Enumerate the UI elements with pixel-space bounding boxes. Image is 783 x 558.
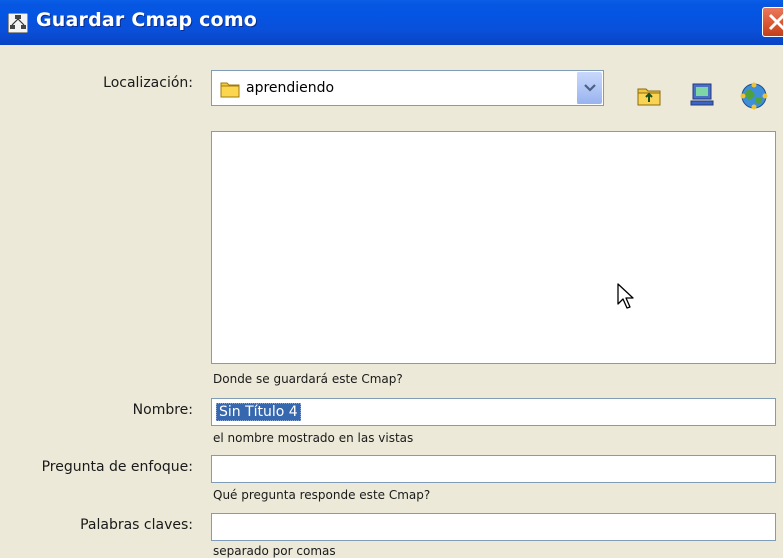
name-input-value: Sin Título 4: [216, 403, 301, 421]
computer-icon: [690, 83, 714, 106]
location-hint: Donde se guardará este Cmap?: [213, 372, 403, 386]
dropdown-arrow-button[interactable]: [576, 72, 602, 104]
folder-up-icon: [637, 88, 661, 106]
computer-button[interactable]: [689, 82, 715, 108]
location-dropdown[interactable]: aprendiendo: [211, 70, 604, 106]
keywords-hint: separado por comas: [213, 544, 336, 558]
title-bar[interactable]: Guardar Cmap como: [0, 0, 783, 45]
close-icon: [768, 13, 783, 31]
mouse-pointer-icon: [617, 283, 635, 316]
location-label: Localización:: [103, 75, 193, 91]
chevron-down-icon: [584, 84, 596, 92]
close-button[interactable]: [762, 7, 783, 37]
folder-up-button[interactable]: [636, 82, 662, 108]
globe-network-icon: [740, 82, 768, 110]
focus-question-hint: Qué pregunta responde este Cmap?: [213, 488, 431, 502]
network-places-button[interactable]: [740, 82, 768, 110]
keywords-label: Palabras claves:: [80, 517, 193, 533]
folder-icon: [220, 80, 240, 103]
name-hint: el nombre mostrado en las vistas: [213, 431, 414, 445]
focus-question-input[interactable]: [211, 455, 776, 483]
focus-question-label: Pregunta de enfoque:: [41, 459, 193, 475]
location-value: aprendiendo: [246, 80, 335, 96]
cmap-app-icon: [7, 12, 29, 34]
folder-contents-list[interactable]: [211, 131, 776, 364]
name-label: Nombre:: [132, 402, 193, 418]
window-title: Guardar Cmap como: [36, 9, 258, 31]
keywords-input[interactable]: [211, 513, 776, 541]
name-input[interactable]: Sin Título 4: [211, 398, 776, 426]
